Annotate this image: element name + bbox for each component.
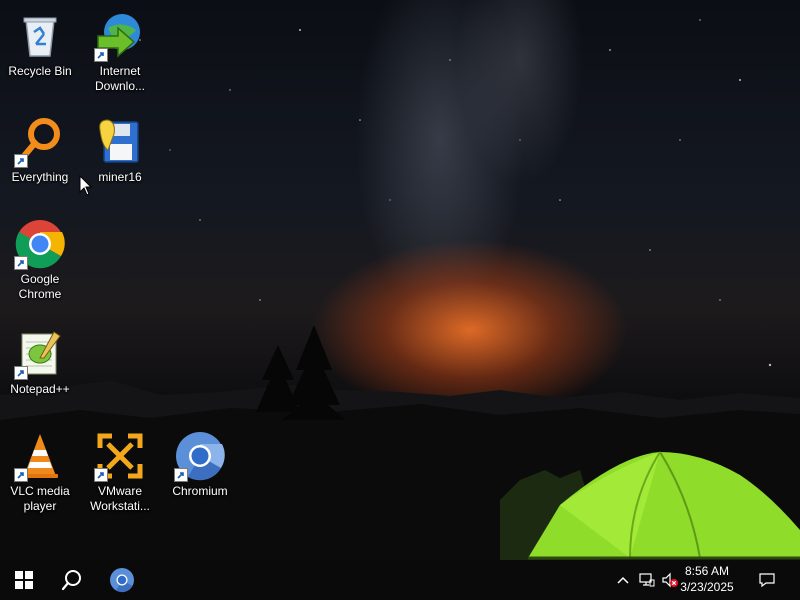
taskbar-pinned-chromium[interactable] bbox=[98, 560, 146, 600]
network-icon[interactable] bbox=[639, 572, 655, 588]
desktop-icon-google-chrome[interactable]: Google Chrome bbox=[2, 212, 78, 304]
desktop-icon-vlc-media-player[interactable]: VLC media player bbox=[2, 424, 78, 516]
miner16-icon bbox=[94, 116, 146, 168]
shortcut-arrow-icon bbox=[94, 468, 108, 482]
desktop-icon-notepad-plus-plus[interactable]: Notepad++ bbox=[2, 322, 78, 414]
vlc-icon bbox=[14, 430, 66, 482]
icon-label: miner16 bbox=[98, 170, 142, 184]
shortcut-arrow-icon bbox=[94, 48, 108, 62]
desktop-icon-everything[interactable]: Everything bbox=[2, 110, 78, 202]
start-button[interactable] bbox=[0, 560, 48, 600]
taskbar: 8:56 AM 3/23/2025 bbox=[0, 560, 800, 600]
notification-icon[interactable] bbox=[759, 572, 775, 588]
chevron-up-icon[interactable] bbox=[615, 572, 631, 588]
internet-download-manager-icon bbox=[94, 10, 146, 62]
icon-label: Google Chrome bbox=[18, 272, 62, 301]
icon-label: Recycle Bin bbox=[8, 64, 72, 78]
search-icon bbox=[61, 570, 81, 591]
icon-label: Notepad++ bbox=[10, 382, 70, 396]
desktop-icon-chromium[interactable]: Chromium bbox=[162, 424, 238, 516]
chromium-icon bbox=[174, 430, 226, 482]
vmware-workstation-icon bbox=[94, 430, 146, 482]
stars bbox=[139, 19, 772, 367]
shortcut-arrow-icon bbox=[14, 366, 28, 380]
shortcut-arrow-icon bbox=[14, 468, 28, 482]
shortcut-arrow-icon bbox=[174, 468, 188, 482]
shortcut-arrow-icon bbox=[14, 154, 28, 168]
recycle-bin-icon bbox=[14, 10, 66, 62]
icon-label: Internet Downlo... bbox=[94, 64, 146, 93]
icon-label: Chromium bbox=[172, 484, 228, 498]
clock-date[interactable]: 3/23/2025 bbox=[672, 580, 742, 594]
icon-label: Everything bbox=[11, 170, 69, 184]
desktop-icon-miner16[interactable]: miner16 bbox=[82, 110, 158, 202]
icon-label: VMware Workstati... bbox=[90, 484, 150, 513]
everything-search-icon bbox=[14, 116, 66, 168]
search-button[interactable] bbox=[48, 560, 96, 600]
windows-logo-icon bbox=[15, 571, 33, 589]
desktop-icon-vmware-workstation[interactable]: VMware Workstati... bbox=[82, 424, 158, 516]
icon-label: VLC media player bbox=[10, 484, 70, 513]
google-chrome-icon bbox=[14, 218, 66, 270]
clock-time[interactable]: 8:56 AM bbox=[672, 564, 742, 578]
notepad-plus-plus-icon bbox=[14, 328, 66, 380]
chromium-icon bbox=[110, 568, 134, 593]
shortcut-arrow-icon bbox=[14, 256, 28, 270]
desktop-icon-recycle-bin[interactable]: Recycle Bin bbox=[2, 4, 78, 96]
desktop-icon-internet-download-manager[interactable]: Internet Downlo... bbox=[82, 4, 158, 96]
mouse-cursor-icon bbox=[79, 174, 93, 197]
